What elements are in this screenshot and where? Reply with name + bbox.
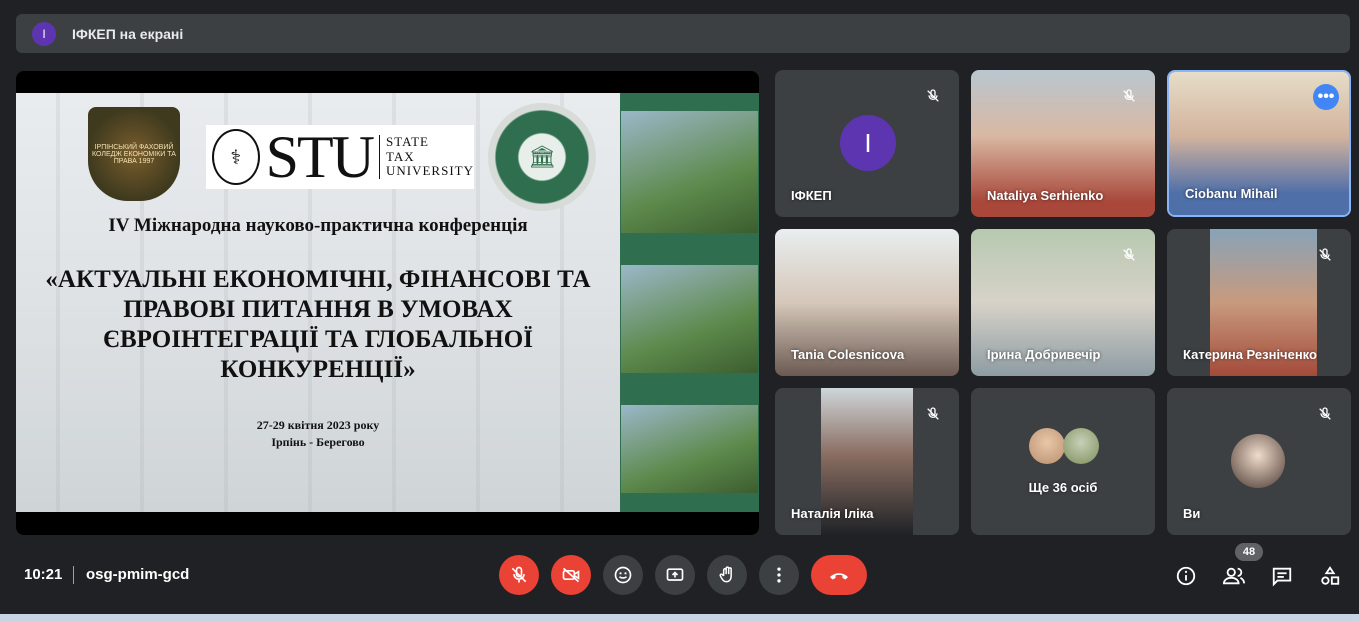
mic-off-icon	[921, 402, 945, 426]
hand-icon	[719, 566, 732, 583]
stu-logo-subtext: STATE TAX UNIVERSITY	[379, 134, 474, 180]
activities-icon	[1321, 566, 1340, 585]
bottom-toolbar: 10:21 osg-pmim-gcd 48	[0, 540, 1359, 612]
self-avatar	[1231, 434, 1285, 488]
participant-name: Наталія Іліка	[791, 506, 874, 521]
participant-name: Ciobanu Mihail	[1185, 186, 1278, 201]
hang-up-icon	[830, 573, 848, 580]
meeting-code: osg-pmim-gcd	[86, 566, 190, 583]
camera-toggle-button[interactable]	[551, 555, 591, 595]
participant-tile[interactable]: Nataliya Serhienko	[971, 70, 1155, 217]
others-avatar	[1063, 428, 1099, 464]
mic-off-icon	[1117, 84, 1141, 108]
participant-tile[interactable]: Катерина Резніченко	[1167, 229, 1351, 376]
emoji-icon	[614, 566, 632, 584]
participant-tile[interactable]: ••• Ciobanu Mihail	[1167, 70, 1351, 217]
people-button[interactable]	[1220, 562, 1248, 590]
present-screen-button[interactable]	[655, 555, 695, 595]
presenting-banner: I ІФКЕП на екрані	[16, 14, 1350, 53]
mic-off-icon	[921, 84, 945, 108]
presentation-tile[interactable]: ІРПІНСЬКИЙ ФАХОВИЙ КОЛЕДЖ ЕКОНОМІКИ ТА П…	[16, 71, 759, 535]
slide-photo-1	[621, 111, 758, 233]
others-count: Ще 36 осіб	[1028, 480, 1098, 495]
participant-name: Tania Colesnicova	[791, 347, 905, 362]
reactions-button[interactable]	[603, 555, 643, 595]
presenting-label: ІФКЕП на екрані	[72, 25, 184, 42]
activities-button[interactable]	[1316, 562, 1344, 590]
participant-tile[interactable]: Ірина Добривечір	[971, 229, 1155, 376]
mic-off-icon	[1313, 402, 1337, 426]
slide-photo-3	[621, 405, 758, 493]
camera-off-icon	[562, 567, 580, 583]
divider	[73, 566, 74, 584]
mic-off-icon	[511, 566, 527, 583]
leave-call-button[interactable]	[811, 555, 867, 595]
mic-off-icon	[1313, 243, 1337, 267]
meeting-details-button[interactable]	[1172, 562, 1200, 590]
chat-button[interactable]	[1268, 562, 1296, 590]
college-crest-logo: ІРПІНСЬКИЙ ФАХОВИЙ КОЛЕДЖ ЕКОНОМІКИ ТА П…	[88, 107, 180, 201]
participant-name: Nataliya Serhienko	[987, 188, 1104, 203]
people-count-badge: 48	[1235, 543, 1263, 561]
conference-subtitle: IV Міжнародна науково-практична конферен…	[108, 215, 528, 236]
more-options-button[interactable]	[759, 555, 799, 595]
caduceus-icon: ⚕	[212, 129, 260, 185]
more-vert-icon	[777, 567, 781, 583]
chat-icon	[1272, 567, 1292, 587]
microphone-toggle-button[interactable]	[499, 555, 539, 595]
conference-dates: 27-29 квітня 2023 року Ірпінь - Берегово	[256, 418, 380, 449]
mic-off-icon	[1117, 243, 1141, 267]
conference-title: «АКТУАЛЬНІ ЕКОНОМІЧНІ, ФІНАНСОВІ ТА ПРАВ…	[45, 266, 591, 383]
participant-tile[interactable]: I ІФКЕП	[775, 70, 959, 217]
raise-hand-button[interactable]	[707, 555, 747, 595]
presenter-avatar: I	[32, 21, 56, 46]
participant-tile[interactable]: Наталія Іліка	[775, 388, 959, 535]
participant-avatar: I	[840, 115, 896, 171]
stu-logo: ⚕ STU STATE TAX UNIVERSITY	[206, 125, 474, 189]
participant-name: Катерина Резніченко	[1183, 347, 1317, 362]
participant-name: Ви	[1183, 506, 1201, 521]
window-bottom-edge	[0, 614, 1359, 621]
slide-photo-2	[621, 265, 758, 373]
participant-name: Ірина Добривечір	[987, 347, 1101, 362]
meeting-time: 10:21	[24, 566, 63, 583]
stu-logo-text: STU	[265, 124, 375, 190]
present-icon	[666, 568, 684, 581]
participant-tile[interactable]: Tania Colesnicova	[775, 229, 959, 376]
people-icon	[1222, 567, 1245, 585]
self-tile[interactable]: Ви	[1167, 388, 1351, 535]
faculty-seal-logo: 🏛	[488, 103, 596, 211]
info-icon	[1176, 566, 1196, 586]
others-avatar	[1029, 428, 1065, 464]
others-tile[interactable]: Ще 36 осіб	[971, 388, 1155, 535]
participant-name: ІФКЕП	[791, 188, 832, 203]
slide: ІРПІНСЬКИЙ ФАХОВИЙ КОЛЕДЖ ЕКОНОМІКИ ТА П…	[16, 93, 759, 512]
more-options-button[interactable]: •••	[1313, 84, 1339, 110]
